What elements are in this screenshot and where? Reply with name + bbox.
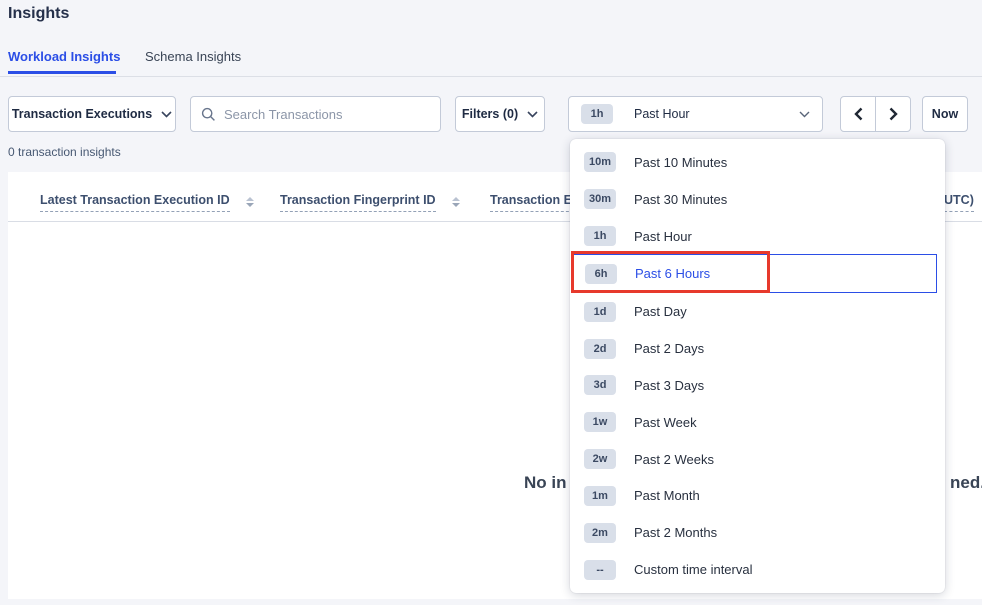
time-option-1h[interactable]: 1h Past Hour — [570, 218, 945, 255]
time-option-label: Past 6 Hours — [635, 266, 710, 281]
time-option-badge: 1h — [584, 226, 616, 246]
empty-state-text-fragment-right: ned. — [950, 473, 982, 493]
previous-time-window-button[interactable] — [840, 96, 876, 132]
filters-label: Filters (0) — [462, 107, 518, 121]
time-option-1w[interactable]: 1w Past Week — [570, 404, 945, 441]
execution-type-label: Transaction Executions — [12, 107, 152, 121]
time-option-badge: 2d — [584, 339, 616, 359]
time-option-2d[interactable]: 2d Past 2 Days — [570, 330, 945, 367]
time-option-badge: 1m — [584, 486, 616, 506]
tab-schema-insights[interactable]: Schema Insights — [145, 49, 241, 64]
time-option-label: Custom time interval — [634, 562, 752, 577]
execution-type-dropdown[interactable]: Transaction Executions — [8, 96, 176, 132]
time-option-label: Past Hour — [634, 229, 692, 244]
empty-state-text-fragment-left: No in — [524, 473, 567, 493]
time-range-badge: 1h — [581, 104, 613, 124]
column-header-label[interactable]: Transaction Fingerprint ID — [280, 193, 436, 212]
page-title: Insights — [8, 5, 69, 23]
time-option-label: Past Month — [634, 488, 700, 503]
time-option-label: Past 3 Days — [634, 378, 704, 393]
column-header-label[interactable]: Latest Transaction Execution ID — [40, 193, 230, 212]
time-option-badge: 2m — [584, 523, 616, 543]
time-option-label: Past 2 Months — [634, 525, 717, 540]
time-range-dropdown-menu: 10m Past 10 Minutes 30m Past 30 Minutes … — [570, 139, 945, 593]
now-button[interactable]: Now — [922, 96, 968, 132]
time-option-label: Past Day — [634, 304, 687, 319]
chevron-down-icon — [799, 111, 810, 118]
chevron-down-icon — [161, 111, 172, 118]
column-header-clipped-utc: UTC) — [944, 193, 974, 212]
time-option-label: Past Week — [634, 415, 697, 430]
column-header-label[interactable]: UTC) — [944, 193, 974, 212]
time-option-badge: 2w — [584, 449, 616, 469]
column-header-latest-transaction-execution-id: Latest Transaction Execution ID — [40, 193, 254, 212]
time-option-1m[interactable]: 1m Past Month — [570, 477, 945, 514]
time-option-2w[interactable]: 2w Past 2 Weeks — [570, 441, 945, 478]
time-option-badge: 6h — [585, 264, 617, 284]
time-option-label: Past 2 Days — [634, 341, 704, 356]
sort-icon[interactable] — [452, 197, 460, 207]
time-option-custom[interactable]: -- Custom time interval — [570, 551, 945, 588]
time-option-label: Past 30 Minutes — [634, 192, 727, 207]
column-header-label[interactable]: Transaction Ex — [490, 193, 579, 212]
time-option-badge: 3d — [584, 375, 616, 395]
filters-button[interactable]: Filters (0) — [455, 96, 545, 132]
time-option-label: Past 10 Minutes — [634, 155, 727, 170]
time-option-3d[interactable]: 3d Past 3 Days — [570, 367, 945, 404]
active-tab-underline — [8, 71, 116, 74]
sort-icon[interactable] — [246, 197, 254, 207]
time-option-10m[interactable]: 10m Past 10 Minutes — [570, 144, 945, 181]
time-option-badge: 30m — [584, 189, 616, 209]
search-icon — [201, 107, 216, 122]
column-header-clipped-mid: Transaction Ex — [490, 193, 579, 212]
time-range-selector[interactable]: 1h Past Hour — [568, 96, 823, 132]
insights-count: 0 transaction insights — [8, 145, 121, 159]
search-box[interactable] — [190, 96, 441, 132]
tab-workload-insights[interactable]: Workload Insights — [8, 49, 120, 64]
time-window-arrows — [840, 96, 912, 132]
time-option-1d[interactable]: 1d Past Day — [570, 293, 945, 330]
tabs-divider — [0, 76, 982, 77]
chevron-down-icon — [527, 111, 538, 118]
time-range-label: Past Hour — [634, 107, 690, 121]
next-time-window-button[interactable] — [875, 96, 911, 132]
search-transactions-input[interactable] — [224, 107, 430, 122]
time-option-label: Past 2 Weeks — [634, 452, 714, 467]
time-option-badge: -- — [584, 560, 616, 580]
time-option-30m[interactable]: 30m Past 30 Minutes — [570, 181, 945, 218]
time-option-badge: 10m — [584, 152, 616, 172]
time-option-badge: 1w — [584, 412, 616, 432]
time-option-badge: 1d — [584, 302, 616, 322]
time-option-2m[interactable]: 2m Past 2 Months — [570, 514, 945, 551]
column-header-transaction-fingerprint-id: Transaction Fingerprint ID — [280, 193, 460, 212]
time-option-6h[interactable]: 6h Past 6 Hours — [573, 254, 937, 293]
